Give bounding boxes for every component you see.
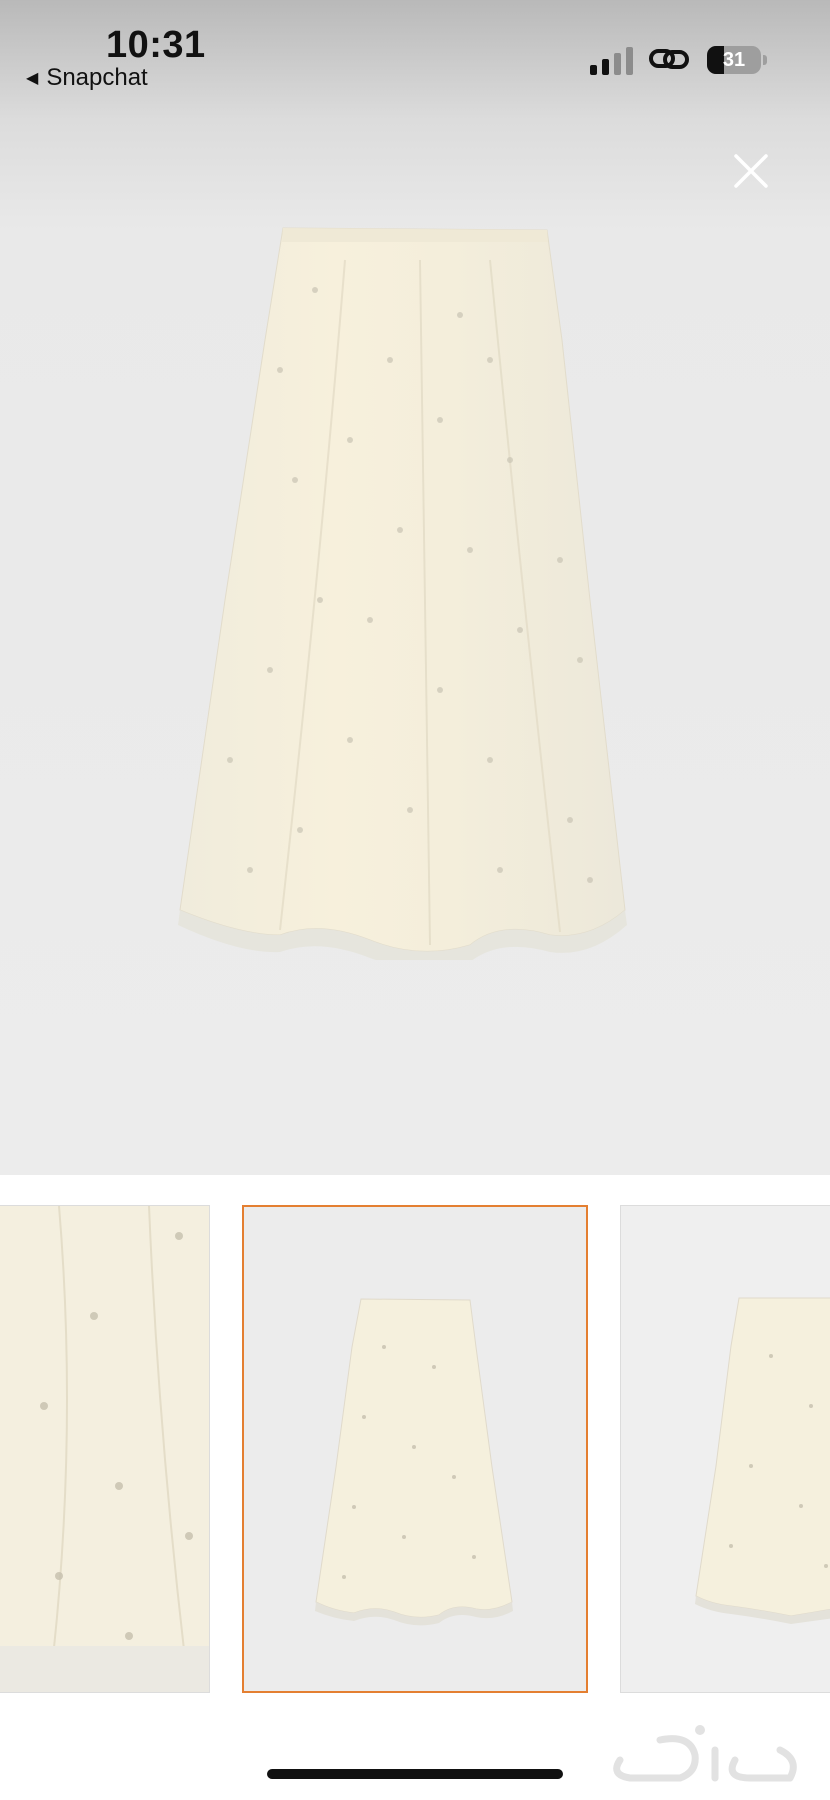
thumbnail-strip	[0, 1205, 830, 1695]
thumbnail-2[interactable]	[242, 1205, 588, 1693]
thumbnail-image	[621, 1206, 830, 1692]
battery-percent: 31	[722, 48, 746, 71]
status-time: 10:31	[106, 24, 206, 66]
cellular-signal-icon	[590, 45, 633, 75]
home-indicator[interactable]	[267, 1769, 563, 1779]
back-app-label: Snapchat	[46, 64, 148, 91]
thumbnail-image	[0, 1206, 209, 1692]
image-viewer: 10:31 ◀ Snapchat 31	[0, 0, 830, 1175]
personal-hotspot-icon	[649, 49, 689, 69]
haraj-logo	[613, 1725, 797, 1782]
back-triangle-icon: ◀	[26, 70, 39, 87]
thumbnail-1[interactable]	[0, 1205, 210, 1693]
close-icon[interactable]	[728, 148, 774, 194]
status-bar: 10:31 ◀ Snapchat 31	[0, 0, 830, 95]
main-product-image	[178, 227, 627, 960]
thumbnail-image	[244, 1207, 586, 1691]
thumbnail-3[interactable]	[620, 1205, 830, 1693]
back-to-app-button[interactable]: ◀ Snapchat	[26, 64, 148, 92]
battery-tip	[763, 55, 767, 65]
battery-icon: 31	[707, 46, 761, 74]
